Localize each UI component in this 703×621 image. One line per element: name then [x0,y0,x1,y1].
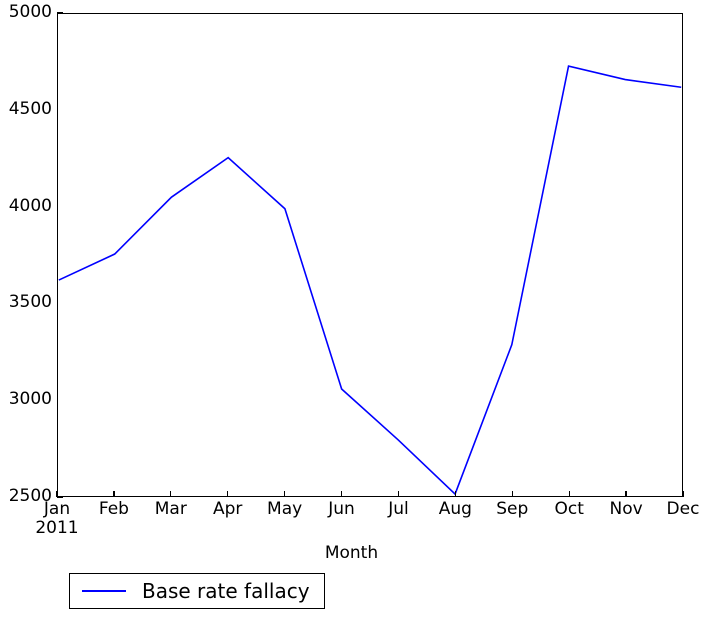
x-axis-tick-mark [283,491,286,497]
x-axis-title: Month [324,543,379,563]
x-axis-tick-label-text: Dec [666,499,700,519]
x-axis-tick-mark [170,491,172,497]
x-axis-tick-mark [227,491,229,497]
x-axis-tick-label: Dec [643,500,703,519]
chart-legend: Base rate fallacy [69,573,325,609]
x-axis-tick-mark [397,491,400,497]
y-axis-tick-label-text: 4000 [8,195,52,216]
y-axis-tick-label-text: 3500 [8,292,52,313]
x-axis-tick-mark [682,491,684,497]
x-axis-tick-mark [511,491,513,497]
x-axis-tick-mark [454,491,456,497]
series-line-path [58,65,682,496]
y-axis-tick-label: 4000 [0,195,52,216]
y-axis-tick-label: 3000 [0,391,52,408]
x-axis-tick-mark [340,491,343,497]
y-axis-tick-label: 5000 [0,4,52,21]
chart-figure: 2500 3000 3500 4000 4500 5000 Jan 2011 Feb Mar Ap… [0,0,703,621]
y-axis-tick-label-text: 5000 [8,2,52,22]
x-axis-tick-mark [568,491,570,497]
plot-area [57,13,683,497]
x-axis-tick-mark [56,491,58,497]
legend-entry-label: Base rate fallacy [142,579,310,603]
legend-line-sample-icon [82,590,126,592]
x-axis-tick-sublabel-text: 2011 [35,518,79,538]
line-series-base-rate-fallacy [58,65,682,496]
y-axis-tick-label: 3500 [0,294,52,311]
x-axis-tick-mark [625,491,627,497]
y-axis-tick-label: 4500 [0,98,52,119]
y-axis-tick-label-text: 3000 [8,389,52,410]
y-axis-tick-label-text: 4500 [8,98,52,119]
x-axis-tick-mark [113,491,115,497]
